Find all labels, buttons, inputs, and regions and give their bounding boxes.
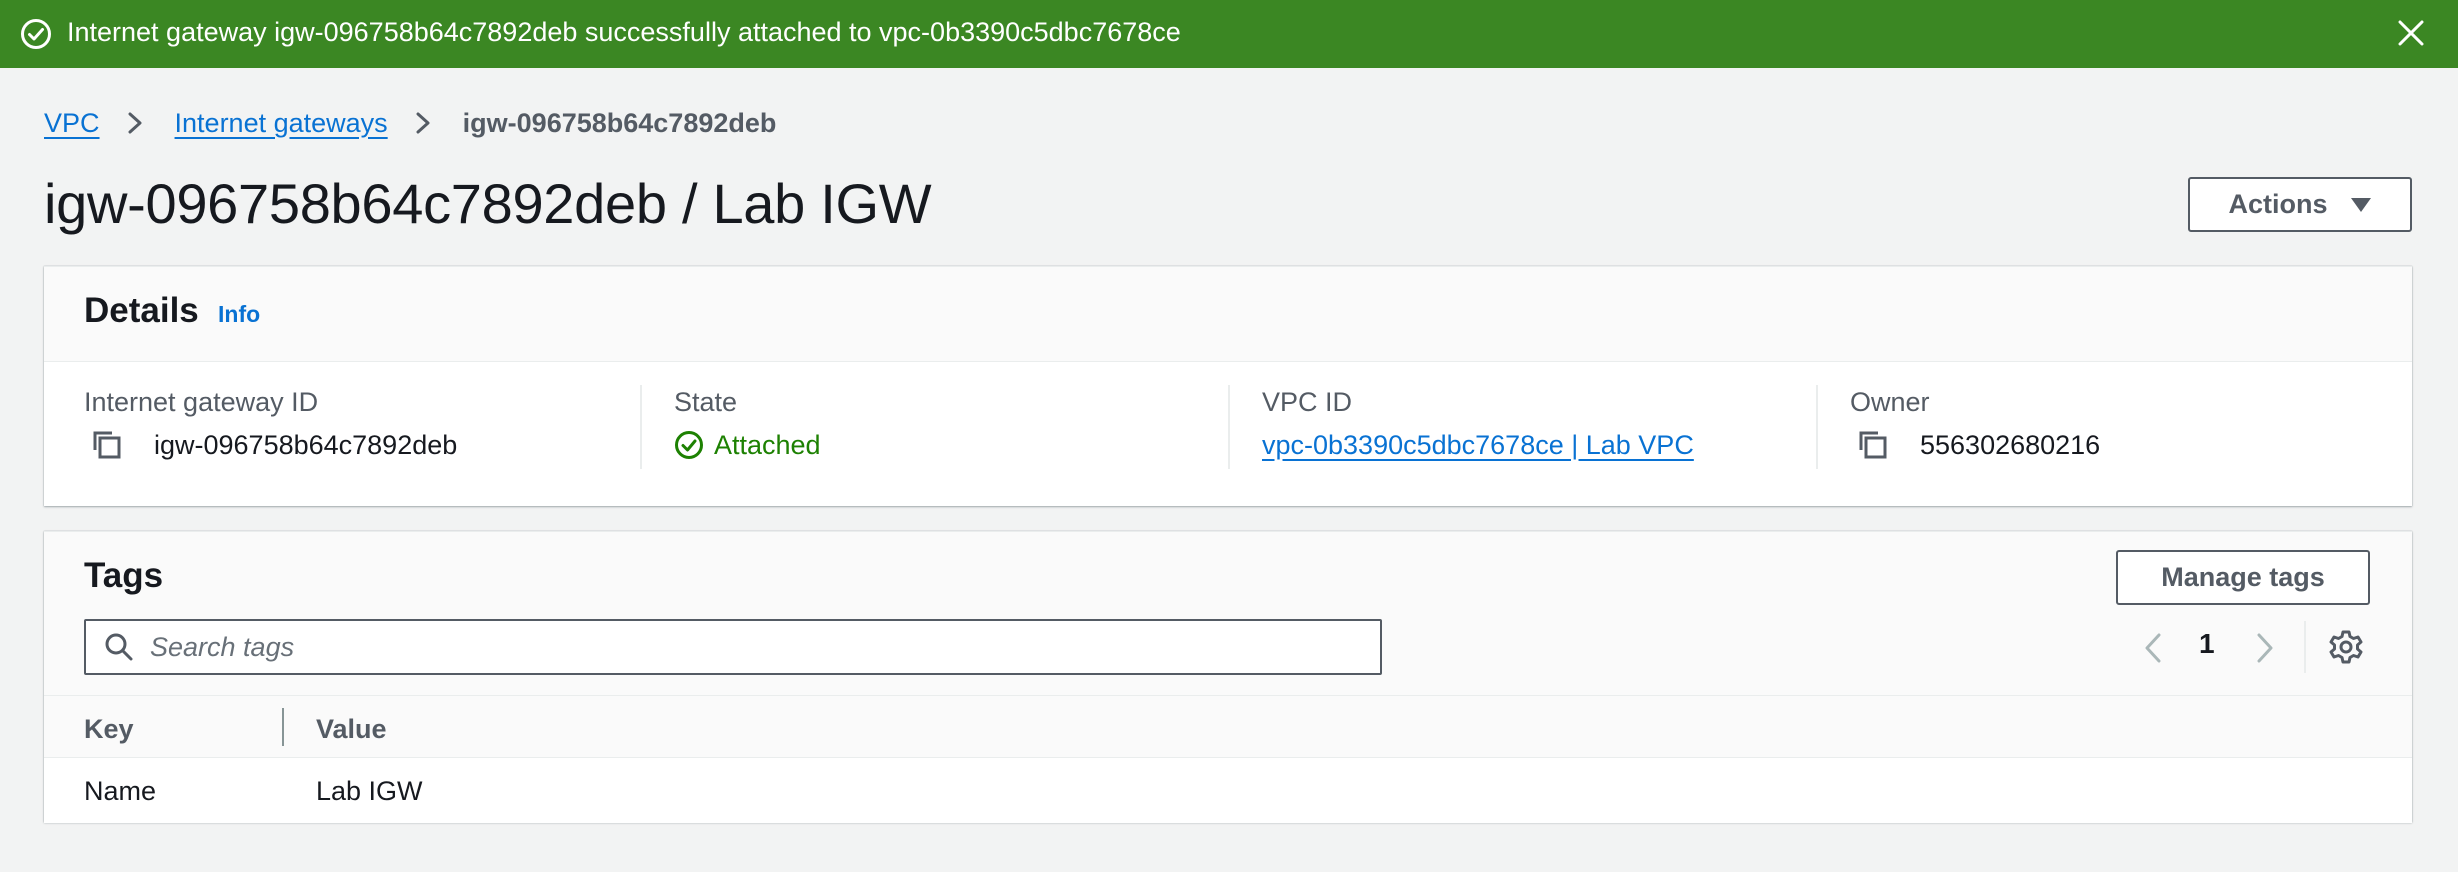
table-row: Name Lab IGW bbox=[44, 758, 2412, 823]
column-divider bbox=[1228, 385, 1230, 469]
breadcrumb-vpc-link[interactable]: VPC bbox=[44, 108, 100, 139]
actions-button[interactable]: Actions bbox=[2188, 177, 2412, 232]
breadcrumb-current: igw-096758b64c7892deb bbox=[462, 107, 777, 138]
tags-panel: Tags Manage tags 1 Key Value bbox=[44, 531, 2412, 823]
page-number[interactable]: 1 bbox=[2199, 628, 2215, 660]
close-icon[interactable] bbox=[2394, 16, 2428, 50]
search-tags-field[interactable] bbox=[84, 619, 1382, 675]
copy-icon[interactable] bbox=[1856, 428, 1890, 462]
field-label: Owner bbox=[1850, 387, 1930, 417]
column-header-key[interactable]: Key bbox=[84, 714, 134, 745]
chevron-right-icon[interactable] bbox=[2254, 631, 2276, 665]
vpc-id-field: VPC ID vpc-0b3390c5dbc7678ce | Lab VPC bbox=[1262, 385, 1694, 465]
caret-down-icon bbox=[2350, 197, 2371, 212]
field-value: igw-096758b64c7892deb bbox=[154, 430, 458, 460]
copy-icon[interactable] bbox=[90, 428, 124, 462]
search-icon bbox=[105, 633, 133, 661]
chevron-right-icon bbox=[128, 112, 142, 134]
check-circle-icon bbox=[21, 19, 51, 49]
tag-key-cell: Name bbox=[84, 776, 157, 806]
tags-table-header: Key Value bbox=[44, 696, 2412, 758]
manage-tags-button[interactable]: Manage tags bbox=[2116, 550, 2370, 605]
tags-heading: Tags bbox=[84, 556, 164, 595]
tag-value-cell: Lab IGW bbox=[316, 776, 423, 806]
state-field: State Attached bbox=[674, 385, 821, 465]
breadcrumb: VPC Internet gateways igw-096758b64c7892… bbox=[44, 103, 776, 143]
gear-icon[interactable] bbox=[2328, 629, 2364, 665]
chevron-left-icon[interactable] bbox=[2142, 631, 2164, 665]
column-divider bbox=[640, 385, 642, 469]
internet-gateway-id-field: Internet gateway ID igw-096758b64c7892de… bbox=[84, 385, 457, 465]
search-tags-input[interactable] bbox=[150, 631, 1330, 663]
success-flashbar: Internet gateway igw-096758b64c7892deb s… bbox=[0, 0, 2458, 68]
column-header-value[interactable]: Value bbox=[316, 714, 387, 745]
details-panel: Details Info Internet gateway ID igw-096… bbox=[44, 266, 2412, 506]
details-heading: Details bbox=[84, 291, 199, 330]
field-label: State bbox=[674, 387, 738, 417]
field-value: 556302680216 bbox=[1920, 430, 2101, 460]
owner-field: Owner 556302680216 bbox=[1850, 385, 2100, 465]
status-success-icon bbox=[675, 431, 703, 459]
page-title: igw-096758b64c7892deb / Lab IGW bbox=[44, 172, 932, 235]
column-resizer[interactable] bbox=[282, 708, 284, 746]
flash-message: Internet gateway igw-096758b64c7892deb s… bbox=[67, 17, 1181, 47]
info-link[interactable]: Info bbox=[218, 301, 260, 328]
chevron-right-icon bbox=[416, 112, 430, 134]
tags-header: Tags Manage tags 1 bbox=[44, 532, 2412, 696]
vpc-id-link[interactable]: vpc-0b3390c5dbc7678ce | Lab VPC bbox=[1262, 428, 1694, 462]
breadcrumb-internet-gateways-link[interactable]: Internet gateways bbox=[175, 108, 388, 139]
column-divider bbox=[1816, 385, 1818, 469]
field-label: VPC ID bbox=[1262, 387, 1353, 417]
actions-label: Actions bbox=[2228, 189, 2328, 219]
field-label: Internet gateway ID bbox=[84, 387, 319, 417]
pagination-divider bbox=[2304, 621, 2306, 673]
state-value: Attached bbox=[714, 430, 821, 460]
details-header: Details Info bbox=[44, 267, 2412, 362]
